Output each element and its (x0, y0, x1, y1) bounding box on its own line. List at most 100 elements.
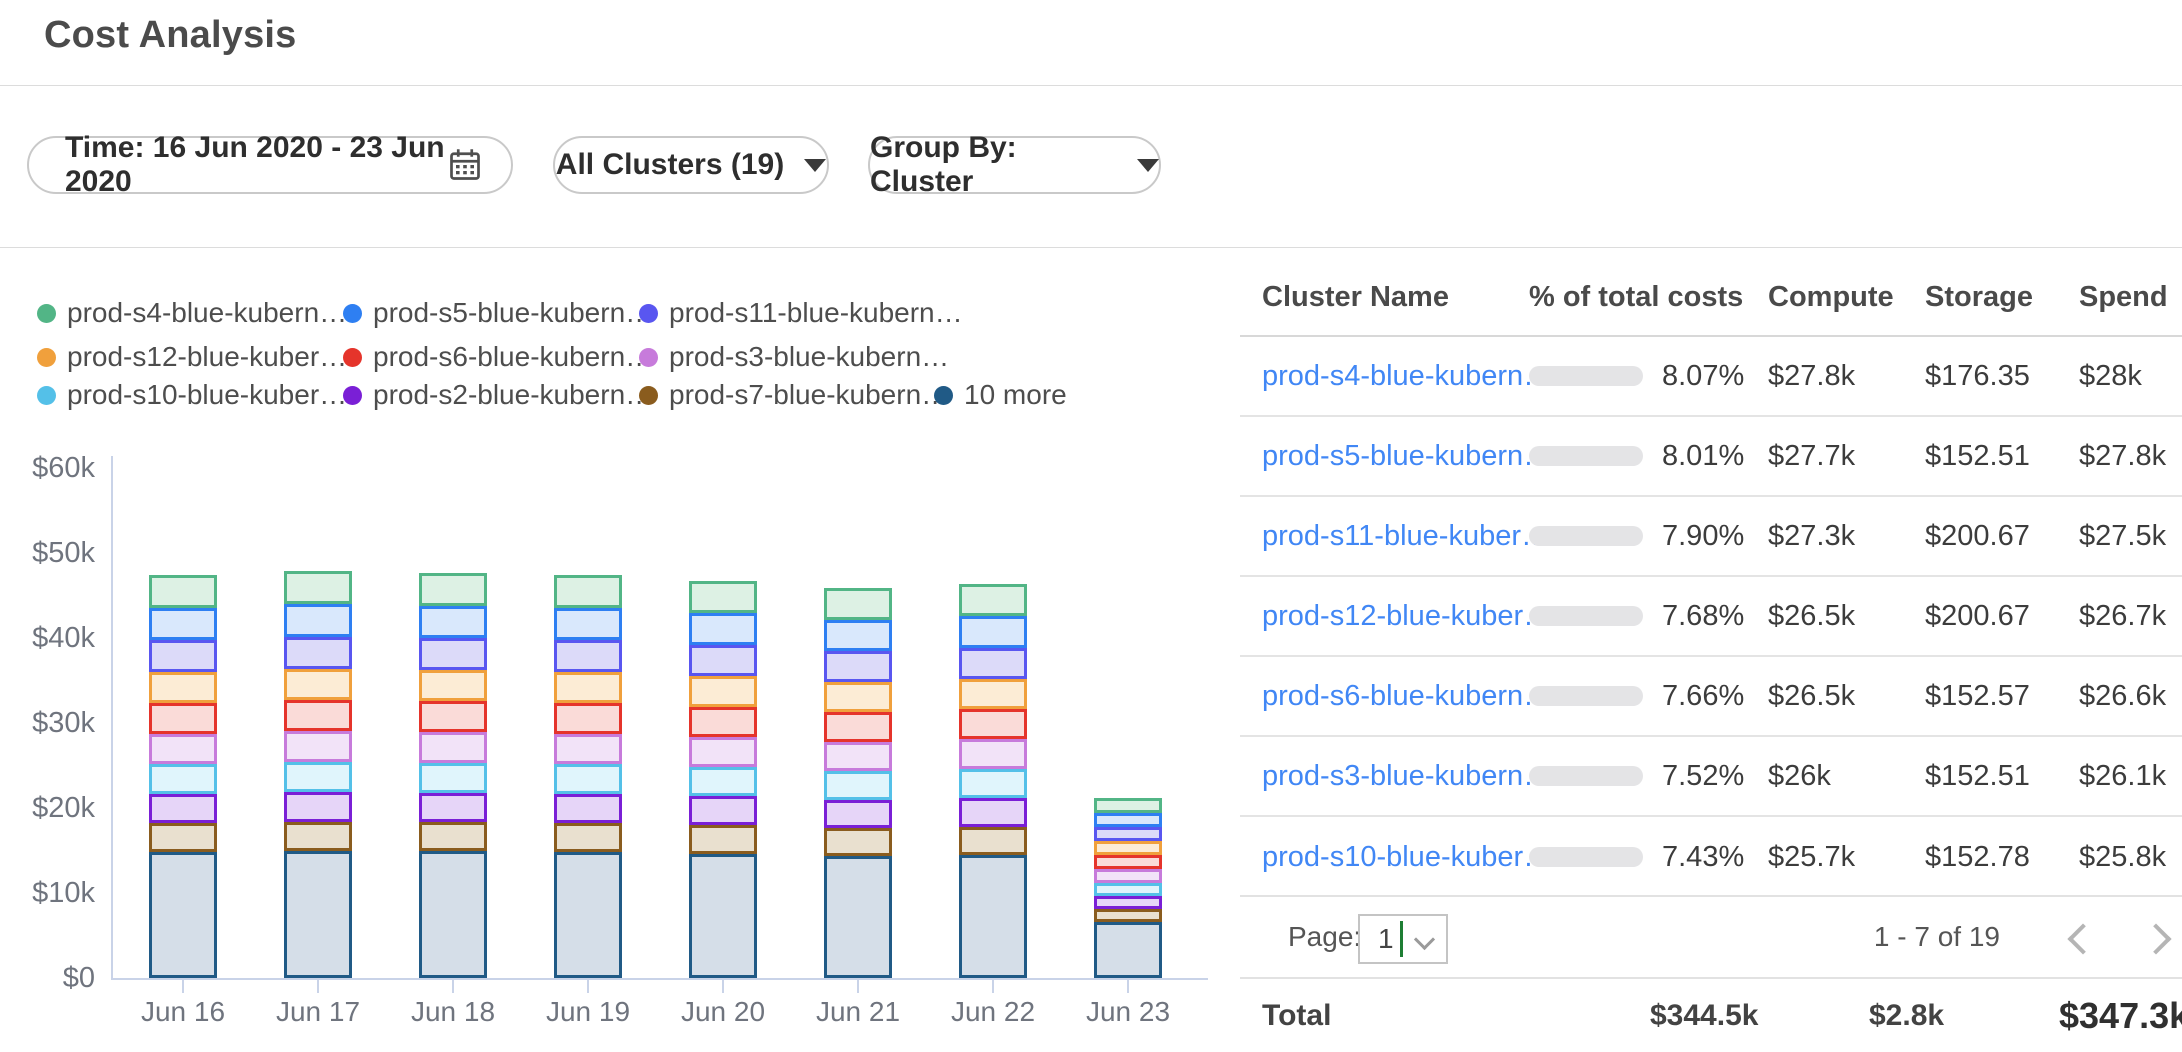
bar-segment[interactable] (284, 669, 352, 700)
bar-segment[interactable] (284, 637, 352, 669)
bar-segment[interactable] (149, 794, 217, 823)
cluster-name-link[interactable]: prod-s6-blue-kubern… (1262, 680, 1552, 713)
legend-item[interactable]: prod-s5-blue-kubern… (343, 296, 653, 330)
group-by-dropdown[interactable]: Group By: Cluster (868, 136, 1161, 194)
bar-segment[interactable] (149, 823, 217, 852)
bar-segment[interactable] (284, 700, 352, 731)
bar-segment[interactable] (284, 762, 352, 792)
bar-segment[interactable] (554, 608, 622, 640)
bar-segment[interactable] (689, 825, 757, 854)
cluster-name-link[interactable]: prod-s10-blue-kuber… (1262, 841, 1552, 874)
legend-item[interactable]: prod-s12-blue-kuber… (37, 340, 347, 374)
bar-segment[interactable] (554, 764, 622, 794)
page-number-select[interactable]: 1 (1358, 914, 1448, 964)
bar-segment[interactable] (689, 581, 757, 613)
bar-segment[interactable] (284, 822, 352, 851)
bar-segment[interactable] (959, 709, 1027, 739)
bar-segment[interactable] (824, 742, 892, 771)
cluster-name-link[interactable]: prod-s5-blue-kubern… (1262, 440, 1552, 473)
bar-segment[interactable] (824, 800, 892, 828)
bar-segment[interactable] (824, 651, 892, 682)
bar-segment[interactable] (959, 584, 1027, 616)
bar-segment[interactable] (284, 731, 352, 762)
bar-segment[interactable] (689, 707, 757, 737)
bar-segment[interactable] (824, 771, 892, 800)
bar-segment[interactable] (149, 852, 217, 978)
bar-segment[interactable] (1094, 841, 1162, 855)
bar-segment[interactable] (419, 763, 487, 793)
legend-item[interactable]: prod-s7-blue-kubern… (639, 378, 949, 412)
bar-segment[interactable] (1094, 909, 1162, 922)
bar-segment[interactable] (959, 739, 1027, 769)
bar-segment[interactable] (689, 645, 757, 676)
cluster-name-link[interactable]: prod-s4-blue-kubern… (1262, 360, 1552, 393)
bar-segment[interactable] (149, 640, 217, 672)
cluster-name-link[interactable]: prod-s12-blue-kuber… (1262, 600, 1552, 633)
bar-segment[interactable] (824, 588, 892, 620)
legend-item[interactable]: prod-s4-blue-kubern… (37, 296, 347, 330)
bar-segment[interactable] (419, 606, 487, 638)
bar-segment[interactable] (554, 575, 622, 608)
bar-segment[interactable] (149, 575, 217, 608)
cluster-name-link[interactable]: prod-s3-blue-kubern… (1262, 760, 1552, 793)
bar-segment[interactable] (149, 734, 217, 764)
bar-segment[interactable] (419, 822, 487, 851)
chevron-left-icon[interactable] (2067, 923, 2098, 954)
bar-segment[interactable] (959, 827, 1027, 855)
bar-segment[interactable] (689, 796, 757, 825)
bar-segment[interactable] (419, 670, 487, 701)
bar-segment[interactable] (419, 793, 487, 822)
bar-segment[interactable] (284, 792, 352, 822)
legend-item[interactable]: prod-s6-blue-kubern… (343, 340, 653, 374)
bar-segment[interactable] (959, 616, 1027, 648)
bar-segment[interactable] (959, 855, 1027, 978)
bar-segment[interactable] (149, 703, 217, 734)
bar-segment[interactable] (824, 682, 892, 712)
bar-segment[interactable] (959, 679, 1027, 709)
bar-segment[interactable] (689, 854, 757, 978)
bar-segment[interactable] (1094, 883, 1162, 896)
bar-segment[interactable] (419, 701, 487, 732)
bar-segment[interactable] (554, 672, 622, 703)
bar-segment[interactable] (419, 851, 487, 978)
bar-segment[interactable] (149, 672, 217, 703)
bar-segment[interactable] (689, 613, 757, 645)
bar-segment[interactable] (959, 769, 1027, 798)
bar-segment[interactable] (149, 764, 217, 794)
bar-segment[interactable] (959, 648, 1027, 679)
bar-segment[interactable] (824, 620, 892, 651)
bar-segment[interactable] (284, 604, 352, 637)
bar-segment[interactable] (419, 732, 487, 763)
bar-segment[interactable] (824, 856, 892, 978)
bar-segment[interactable] (554, 703, 622, 734)
bar-segment[interactable] (554, 640, 622, 672)
bar-segment[interactable] (824, 712, 892, 742)
bar-segment[interactable] (149, 608, 217, 640)
legend-item[interactable]: 10 more (934, 378, 1067, 412)
legend-item[interactable]: prod-s10-blue-kuber… (37, 378, 347, 412)
bar-segment[interactable] (419, 638, 487, 670)
bar-segment[interactable] (689, 767, 757, 796)
bar-segment[interactable] (284, 571, 352, 604)
chevron-right-icon[interactable] (2140, 923, 2171, 954)
legend-item[interactable]: prod-s11-blue-kubern… (639, 296, 963, 330)
bar-segment[interactable] (284, 851, 352, 978)
bar-segment[interactable] (554, 823, 622, 852)
bar-segment[interactable] (824, 828, 892, 856)
bar-segment[interactable] (1094, 813, 1162, 827)
bar-segment[interactable] (1094, 922, 1162, 978)
bar-segment[interactable] (1094, 855, 1162, 869)
cluster-name-link[interactable]: prod-s11-blue-kuber… (1262, 520, 1550, 553)
clusters-filter-dropdown[interactable]: All Clusters (19) (553, 136, 829, 194)
bar-segment[interactable] (419, 573, 487, 606)
bar-segment[interactable] (1094, 827, 1162, 841)
bar-segment[interactable] (554, 794, 622, 823)
time-range-filter[interactable]: Time: 16 Jun 2020 - 23 Jun 2020 (27, 136, 513, 194)
bar-segment[interactable] (959, 798, 1027, 827)
legend-item[interactable]: prod-s3-blue-kubern… (639, 340, 949, 374)
bar-segment[interactable] (689, 676, 757, 707)
legend-item[interactable]: prod-s2-blue-kubern… (343, 378, 653, 412)
bar-segment[interactable] (554, 852, 622, 978)
bar-segment[interactable] (1094, 798, 1162, 813)
bar-segment[interactable] (1094, 869, 1162, 883)
